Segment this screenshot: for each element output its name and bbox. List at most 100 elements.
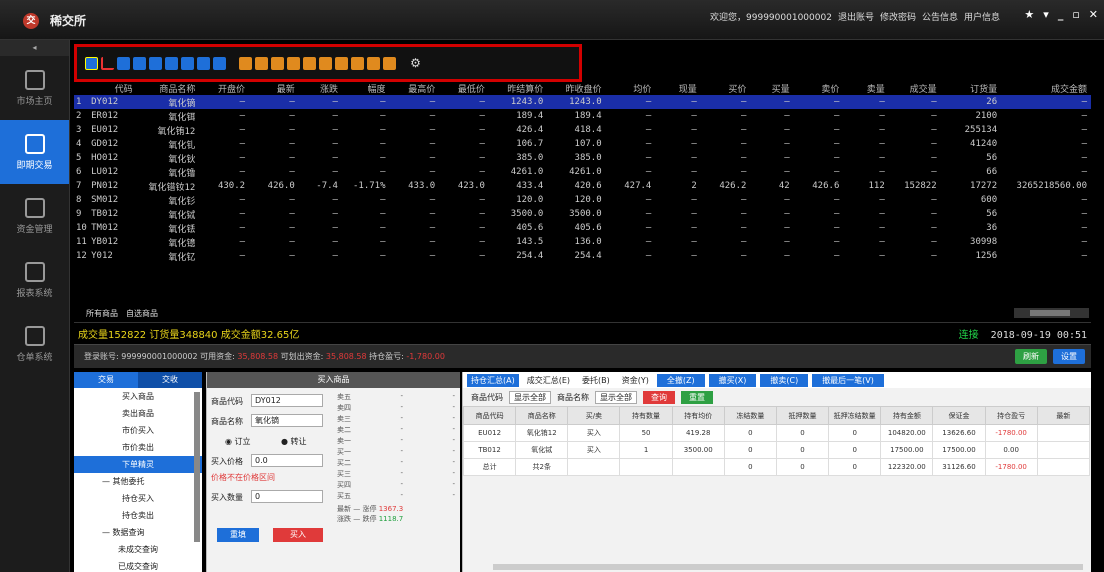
nav-item[interactable]: 买入商品 [74, 388, 202, 405]
quote-row[interactable]: 9 TB012 氧化铽 — — — — — — 3500.0 3500.0 — — — — — — — 56 — [74, 207, 1091, 221]
order-book-row[interactable]: 买四 - - [337, 480, 455, 491]
refresh-button[interactable]: 刷新 [1015, 349, 1047, 364]
tab-watchlist[interactable]: 自选商品 [126, 308, 158, 320]
tool1-icon[interactable] [239, 56, 252, 70]
filter-code-select[interactable]: 显示全部 [509, 390, 551, 404]
position-row[interactable]: 总计 共2条 0 0 0 122320.00 31126.60 -1780.00 [462, 458, 1091, 476]
quotes-col-header[interactable]: 卖量 [843, 82, 888, 95]
tool3-icon[interactable] [271, 56, 284, 70]
positions-col-header[interactable]: 持仓盈亏 [984, 406, 1038, 425]
order-book-row[interactable]: 买五 - - [337, 491, 455, 502]
price-input[interactable]: 0.0 [251, 454, 323, 467]
order-book-row[interactable]: 卖五 - - [337, 392, 455, 403]
quote-row[interactable]: 2 ER012 氧化铒 — — — — — — 189.4 189.4 — — — — — — — 2100 — [74, 109, 1091, 123]
filter-name-select[interactable]: 显示全部 [595, 390, 637, 404]
tool5-icon[interactable] [303, 56, 316, 70]
positions-col-header[interactable]: 最新 [1036, 406, 1091, 425]
quotes-col-header[interactable]: 买量 [750, 82, 793, 95]
gear-icon[interactable]: ⚙ [409, 56, 422, 70]
tool7-icon[interactable] [335, 56, 348, 70]
order-book-row[interactable]: 卖一 - - [337, 436, 455, 447]
close-button[interactable]: ✕ [1089, 8, 1098, 21]
nav-item[interactable]: — 数据查询 [74, 524, 202, 541]
reset-button[interactable]: 重填 [217, 528, 259, 542]
kline-icon[interactable] [101, 56, 114, 70]
positions-col-header[interactable]: 抵押冻结数量 [828, 406, 882, 425]
logout-link[interactable]: 退出账号 [838, 10, 874, 23]
quote-row[interactable]: 5 HO012 氧化钬 — — — — — — 385.0 385.0 — — — — — — — 56 — [74, 151, 1091, 165]
quote-row[interactable]: 11 YB012 氧化镱 — — — — — — 143.5 136.0 — — — — — — — 30998 — [74, 235, 1091, 249]
quotes-col-header[interactable]: 最新 [249, 82, 299, 95]
week-icon[interactable] [197, 56, 210, 70]
quote-row[interactable]: 1 DY012 氧化镝 — — — — — —1243.0 1243.0— — — — — — —26— [74, 95, 1091, 109]
quotes-col-header[interactable]: 昨结算价 [489, 82, 547, 95]
quote-row[interactable]: 6 LU012 氧化镥 — — — — — — 4261.0 4261.0 — — — — — — — 66 — [74, 165, 1091, 179]
cancel-last-button[interactable]: 撤最后一笔(V) [812, 373, 884, 387]
order-book-row[interactable]: 买一 - - [337, 447, 455, 458]
nav-item[interactable]: 持仓卖出 [74, 507, 202, 524]
radio-open[interactable]: ◉ 订立 [225, 436, 251, 447]
bar-chart-icon[interactable] [85, 56, 98, 70]
minimize-button[interactable]: _ [1058, 8, 1064, 21]
dropdown-icon[interactable]: ▾ [1043, 8, 1049, 21]
sidebar-collapse-icon[interactable]: ◂ [0, 40, 69, 56]
quote-row[interactable]: 10 TM012 氧化铥 — — — — — — 405.6 405.6 — — — — — — — 36 — [74, 221, 1091, 235]
announcement-link[interactable]: 公告信息 [922, 10, 958, 23]
quotes-col-header[interactable] [74, 82, 89, 95]
month-icon[interactable] [181, 56, 194, 70]
quote-row[interactable]: 12 Y012 氧化钇 — — — — — — 254.4 254.4 — — — — — — — 1256 — [74, 249, 1091, 263]
nav-item[interactable]: 已成交查询 [74, 558, 202, 572]
order-book-row[interactable]: 卖二 - - [337, 425, 455, 436]
positions-col-header[interactable]: 持有数量 [619, 406, 673, 425]
positions-col-header[interactable]: 抵押数量 [775, 406, 830, 425]
order-book-row[interactable]: 卖三 - - [337, 414, 455, 425]
list-icon[interactable] [133, 56, 146, 70]
quotes-col-header[interactable]: 订货量 [941, 82, 1002, 95]
nav-item[interactable]: 市价买入 [74, 422, 202, 439]
tab-position-summary[interactable]: 持仓汇总(A) [467, 373, 519, 387]
radio-transfer[interactable]: ● 转让 [281, 436, 307, 447]
tool8-icon[interactable] [351, 56, 364, 70]
cancel-all-button[interactable]: 全撤(Z) [656, 373, 705, 387]
nav-item[interactable]: 下单精灵 [74, 456, 202, 473]
query-button[interactable]: 查询 [643, 390, 675, 404]
settings-button[interactable]: 设置 [1053, 349, 1085, 364]
nav-item[interactable]: — 其他委托 [74, 473, 202, 490]
sidebar-item-market-home[interactable]: 市场主页 [0, 56, 69, 120]
nav-item[interactable]: 持仓买入 [74, 490, 202, 507]
positions-col-header[interactable]: 冻结数量 [723, 406, 777, 425]
maximize-button[interactable]: ▫ [1072, 8, 1079, 21]
tab-delivery[interactable]: 交收 [138, 372, 202, 388]
quote-row[interactable]: 3 EU012 氧化铕12 — — — — — — 426.4 418.4 — — — — — — — 255134… [74, 123, 1091, 137]
user-info-link[interactable]: 用户信息 [964, 10, 1000, 23]
nav-item[interactable]: 卖出商品 [74, 405, 202, 422]
quotes-col-header[interactable]: 卖价 [794, 82, 844, 95]
quotes-col-header[interactable]: 现量 [655, 82, 700, 95]
nav-scrollbar[interactable] [194, 392, 200, 542]
grid-icon[interactable] [149, 56, 162, 70]
positions-col-header[interactable]: 买/卖 [567, 406, 621, 425]
tool9-icon[interactable] [367, 56, 380, 70]
tab-trade[interactable]: 交易 [74, 372, 138, 388]
edit-icon[interactable] [383, 56, 396, 70]
tool6-icon[interactable] [319, 56, 332, 70]
quotes-col-header[interactable]: 成交量 [889, 82, 941, 95]
position-row[interactable]: EU012 氧化铕12 买入 50 419.28 0 0 0 104820.00 13626.60… [462, 424, 1091, 442]
quotes-col-header[interactable]: 开盘价 [199, 82, 249, 95]
window-icon[interactable] [165, 56, 178, 70]
positions-col-header[interactable]: 商品代码 [462, 406, 517, 425]
quotes-col-header[interactable]: 成交金额 [1001, 82, 1091, 95]
nav-item[interactable]: 市价卖出 [74, 439, 202, 456]
quote-row[interactable]: 8 SM012 氧化钐 — — — — — — 120.0 120.0 — — — — — — — 600 — [74, 193, 1091, 207]
close-x-icon[interactable] [213, 56, 226, 70]
quote-row[interactable]: 7 PN012 氧化镨钕12 430.2 426.0 -7.4 -1.71% 433.0 423… [74, 179, 1091, 193]
positions-col-header[interactable]: 保证金 [932, 406, 986, 425]
tool4-icon[interactable] [287, 56, 300, 70]
order-book-row[interactable]: 买二 - - [337, 458, 455, 469]
tool2-icon[interactable] [255, 56, 268, 70]
sidebar-item-funds[interactable]: 资金管理 [0, 184, 69, 248]
order-book-row[interactable]: 买三 - - [337, 469, 455, 480]
reset-filter-button[interactable]: 重置 [681, 390, 713, 404]
order-book-row[interactable]: 卖四 - - [337, 403, 455, 414]
quotes-col-header[interactable]: 买价 [701, 82, 751, 95]
